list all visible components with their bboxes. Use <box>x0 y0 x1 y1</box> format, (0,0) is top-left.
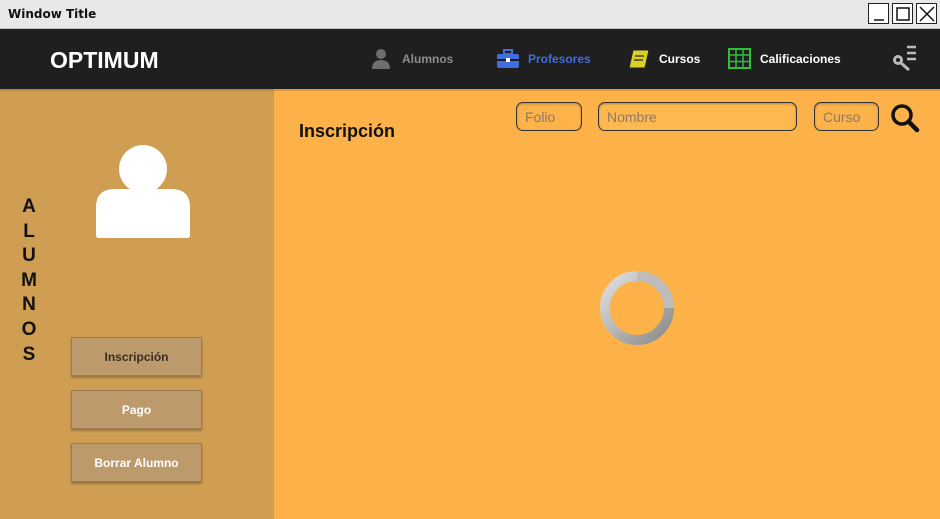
avatar-icon <box>96 145 190 238</box>
sidebar-vertical-title: A L U M N O S <box>21 195 37 367</box>
sidebar-vertical-letter: O <box>21 318 37 340</box>
sidebar-vertical-letter: U <box>22 245 36 267</box>
nav-alumnos[interactable]: Alumnos <box>370 47 453 71</box>
loading-spinner-icon <box>600 271 674 345</box>
key-settings-icon <box>893 45 916 72</box>
nav-cursos-label: Cursos <box>659 52 701 66</box>
nav-calificaciones[interactable]: Calificaciones <box>728 47 841 71</box>
maximize-icon <box>896 7 910 21</box>
nav-profesores[interactable]: Profesores <box>496 47 591 71</box>
grid-icon <box>728 48 751 69</box>
sidebar: A L U M N O S Inscripción Pago Borrar Al… <box>0 89 274 519</box>
nav-profesores-label: Profesores <box>528 52 591 66</box>
book-icon <box>628 49 650 69</box>
brand-logo: OPTIMUM <box>50 47 159 73</box>
sidebar-vertical-letter: M <box>21 269 37 291</box>
close-icon <box>919 6 935 22</box>
sidebar-vertical-letter: L <box>23 220 35 242</box>
folio-input[interactable] <box>516 102 582 131</box>
settings-button[interactable] <box>890 44 918 72</box>
top-navbar: OPTIMUM Alumnos Profesores Cursos Califi… <box>0 29 940 89</box>
pago-button[interactable]: Pago <box>71 390 202 429</box>
search-icon[interactable] <box>890 103 920 133</box>
nav-alumnos-label: Alumnos <box>402 52 454 66</box>
sidebar-vertical-letter: N <box>22 294 36 316</box>
nav-calificaciones-label: Calificaciones <box>760 52 841 66</box>
window-titlebar: Window Title <box>0 0 940 29</box>
inscripcion-button[interactable]: Inscripción <box>71 337 202 376</box>
close-button[interactable] <box>916 3 937 24</box>
sidebar-vertical-letter: A <box>22 196 36 217</box>
minimize-icon <box>874 19 884 21</box>
curso-input[interactable] <box>814 102 879 131</box>
borrar-alumno-button[interactable]: Borrar Alumno <box>71 443 202 482</box>
main-panel: Inscripción <box>274 89 940 519</box>
maximize-button[interactable] <box>892 3 913 24</box>
page-title: Inscripción <box>299 121 396 141</box>
minimize-button[interactable] <box>868 3 889 24</box>
nombre-input[interactable] <box>598 102 797 131</box>
sidebar-vertical-letter: S <box>22 343 36 365</box>
briefcase-icon <box>497 49 519 68</box>
user-icon <box>372 49 390 69</box>
nav-cursos[interactable]: Cursos <box>627 47 700 71</box>
window-title: Window Title <box>8 7 97 21</box>
